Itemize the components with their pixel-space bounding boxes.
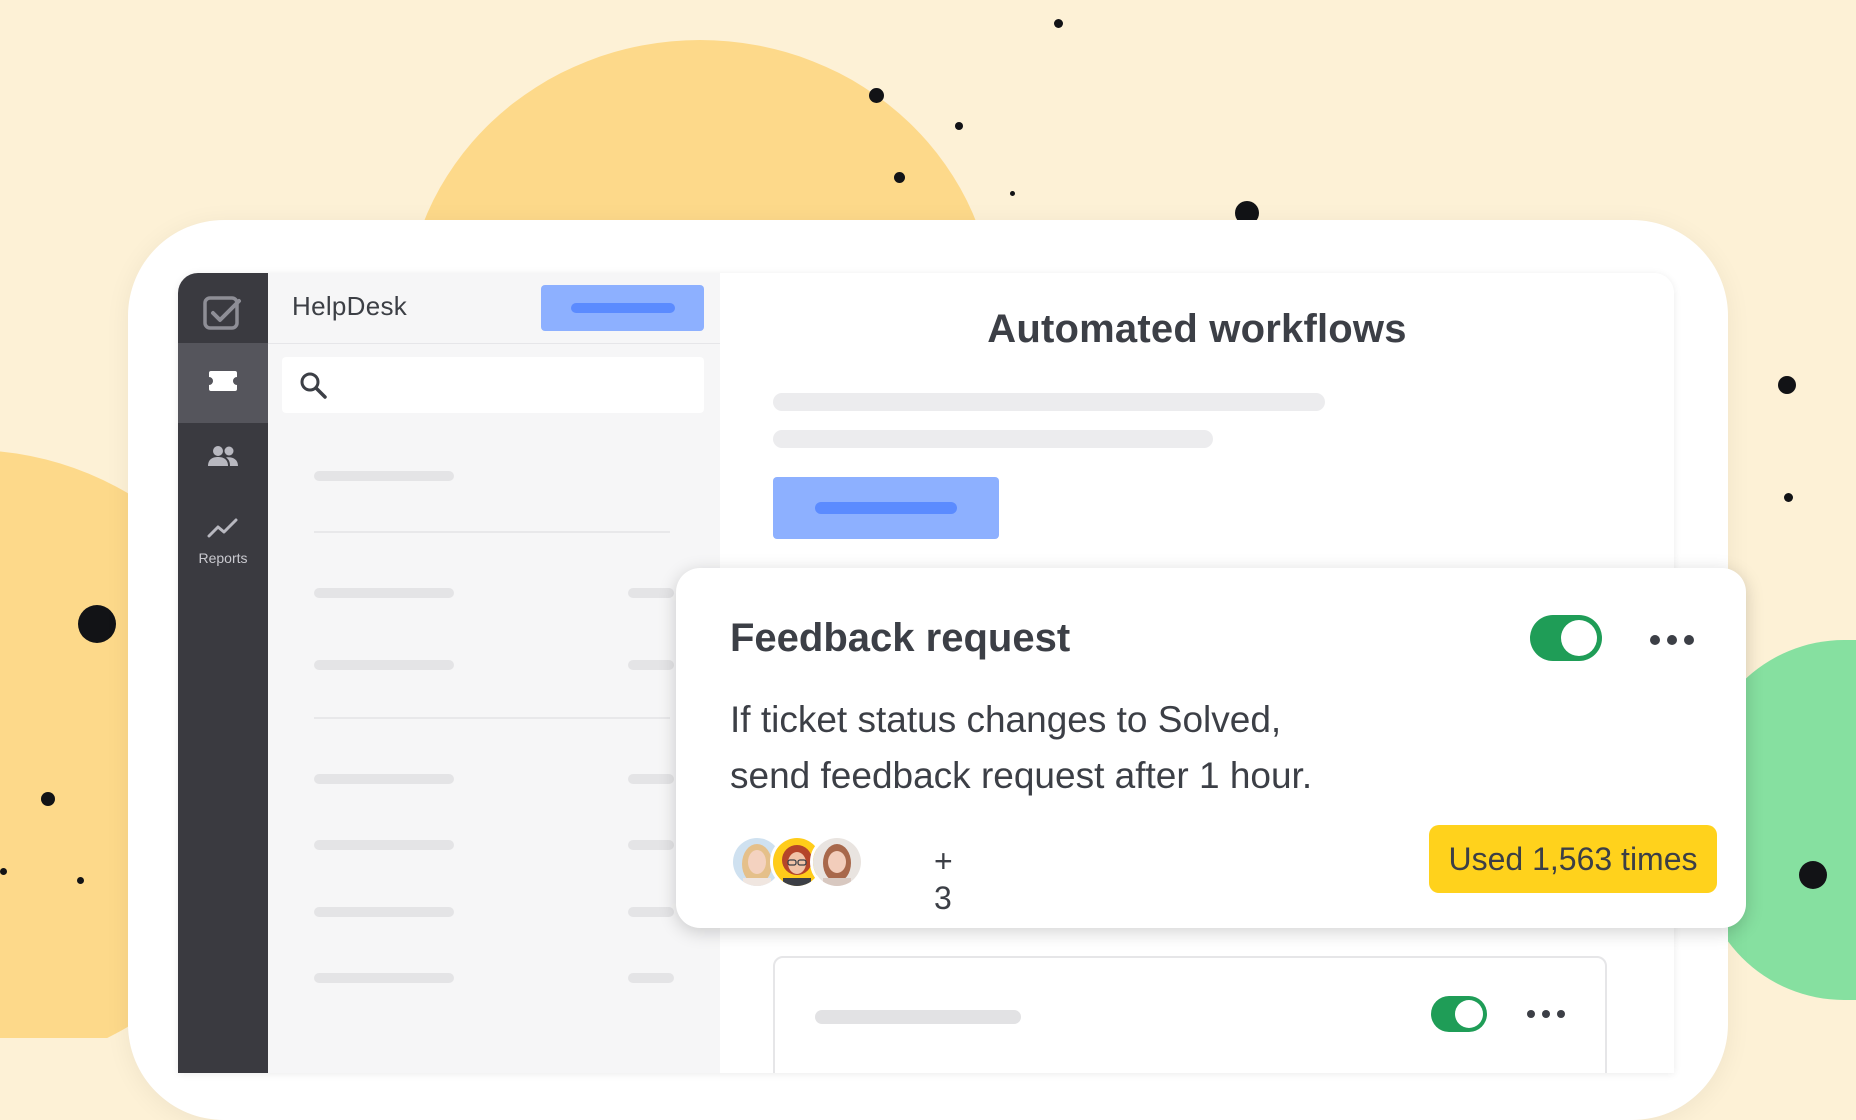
search-input[interactable] <box>282 357 704 413</box>
rail-item-customers[interactable] <box>178 423 268 493</box>
extra-users-count: + 3 <box>934 843 953 916</box>
list-item-meta-placeholder <box>628 907 674 917</box>
dot <box>0 868 7 875</box>
list-item-placeholder[interactable] <box>314 907 454 917</box>
list-divider <box>314 717 670 719</box>
dot <box>1778 376 1796 394</box>
list-item-placeholder[interactable] <box>314 973 454 983</box>
rail-item-tickets[interactable] <box>178 343 268 423</box>
workflow-title-placeholder <box>815 1010 1021 1024</box>
workflow-card-secondary[interactable] <box>773 956 1607 1073</box>
ticket-list-pane: HelpDesk <box>268 273 721 1073</box>
toggle-knob <box>1561 620 1597 656</box>
list-divider <box>314 531 670 533</box>
trend-chart-icon <box>207 517 239 544</box>
reports-label: Reports <box>198 549 248 566</box>
header-action-button[interactable] <box>541 285 704 331</box>
checkbox-logo-icon[interactable] <box>202 293 242 333</box>
avatar <box>810 835 864 889</box>
workflow-description-line: send feedback request after 1 hour. <box>730 755 1313 796</box>
usage-count-badge: Used 1,563 times <box>1429 825 1717 893</box>
dot <box>894 172 905 183</box>
list-item-placeholder[interactable] <box>314 471 454 481</box>
list-header: HelpDesk <box>268 273 720 344</box>
dot <box>1010 191 1015 196</box>
list-item-placeholder[interactable] <box>314 660 454 670</box>
app-title: HelpDesk <box>292 291 408 321</box>
navigation-rail: Reports <box>178 273 268 1073</box>
dot <box>41 792 55 806</box>
ticket-icon <box>208 370 238 397</box>
list-item-meta-placeholder <box>628 973 674 983</box>
dot <box>1799 861 1827 889</box>
people-icon <box>207 444 239 473</box>
dot <box>1784 493 1793 502</box>
more-options-icon[interactable] <box>1527 1010 1565 1018</box>
description-line-placeholder <box>773 393 1325 411</box>
toggle-knob <box>1455 1000 1483 1028</box>
button-label-placeholder <box>570 303 675 313</box>
list-item-placeholder[interactable] <box>314 840 454 850</box>
description-line-placeholder <box>773 430 1213 448</box>
list-item-placeholder[interactable] <box>314 588 454 598</box>
list-item-placeholder[interactable] <box>314 774 454 784</box>
more-options-icon[interactable] <box>1650 635 1694 645</box>
dot <box>78 605 116 643</box>
dot <box>1054 19 1063 28</box>
list-item-meta-placeholder <box>628 840 674 850</box>
list-item-meta-placeholder <box>628 588 674 598</box>
page-title: Automated workflows <box>987 307 1407 351</box>
dot <box>77 877 84 884</box>
workflow-toggle[interactable] <box>1530 615 1602 661</box>
dot <box>955 122 963 130</box>
button-label-placeholder <box>815 502 957 514</box>
list-item-meta-placeholder <box>628 660 674 670</box>
workflow-card-feedback-request[interactable]: Feedback request If ticket status change… <box>676 568 1746 928</box>
workflow-toggle-secondary[interactable] <box>1431 996 1487 1032</box>
list-item-meta-placeholder <box>628 774 674 784</box>
rail-item-reports[interactable]: Reports <box>178 501 268 581</box>
dot <box>869 88 884 103</box>
workflow-title: Feedback request <box>730 616 1071 660</box>
workflow-description-line: If ticket status changes to Solved, <box>730 699 1282 740</box>
create-workflow-button[interactable] <box>773 477 999 539</box>
workflow-description: If ticket status changes to Solved, send… <box>730 692 1430 804</box>
